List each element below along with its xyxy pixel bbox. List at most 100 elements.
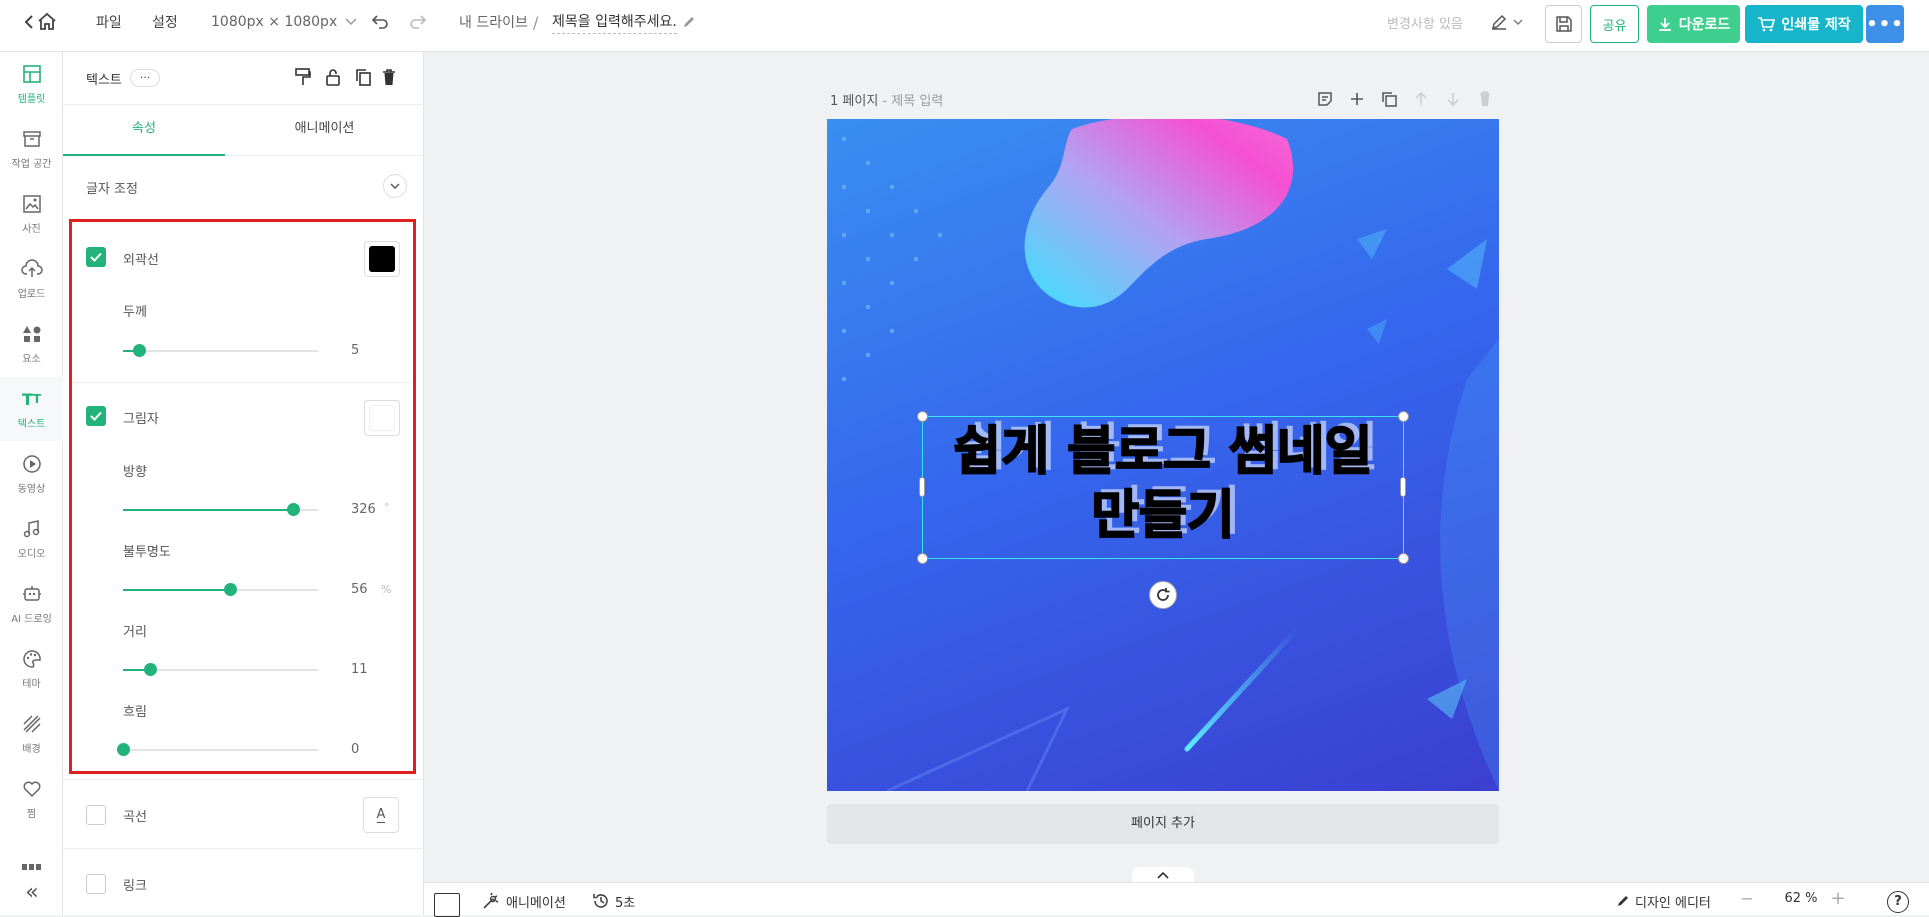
upload-icon — [20, 258, 43, 280]
draw-tool-dropdown[interactable] — [1485, 10, 1527, 34]
title-input[interactable]: 제목을 입력해주세요. — [552, 0, 696, 44]
sidebar-item-photo[interactable]: 사진 — [0, 182, 63, 246]
redo-icon — [410, 15, 427, 29]
slider-thumb[interactable] — [133, 344, 146, 357]
page-duplicate-button[interactable] — [1378, 88, 1400, 110]
outline-color-swatch[interactable] — [364, 241, 400, 277]
save-icon — [1555, 16, 1572, 32]
duplicate-button[interactable] — [353, 67, 373, 87]
sidebar-item-template[interactable]: 템플릿 — [0, 52, 63, 116]
panel-more-button[interactable]: ··· — [130, 69, 160, 87]
sidebar-item-favorites[interactable]: 찜 — [0, 767, 63, 831]
direction-slider[interactable] — [123, 503, 318, 516]
rotate-handle[interactable] — [1149, 581, 1177, 609]
print-order-button[interactable]: 인쇄물 제작 — [1745, 5, 1863, 43]
zoom-level[interactable]: 62 % — [1776, 891, 1826, 911]
page-delete-button[interactable] — [1474, 88, 1496, 110]
sidebar-item-audio[interactable]: 오디오 — [0, 507, 63, 571]
resize-handle-left[interactable] — [919, 477, 925, 497]
sidebar-item-background[interactable]: 배경 — [0, 702, 63, 766]
zoom-out-button[interactable]: − — [1737, 889, 1757, 909]
slider-thumb[interactable] — [117, 743, 130, 756]
animation-button[interactable]: 애니메이션 — [482, 891, 566, 911]
drive-breadcrumb[interactable]: 내 드라이브 — [459, 0, 528, 44]
letter-adjust-section[interactable]: 글자 조정 — [63, 156, 424, 216]
trash-icon — [383, 69, 395, 85]
undo-button[interactable] — [368, 10, 392, 34]
thickness-slider[interactable] — [123, 344, 318, 357]
curve-checkbox[interactable] — [86, 805, 106, 825]
opacity-slider[interactable] — [123, 583, 318, 596]
settings-menu[interactable]: 설정 — [152, 0, 178, 44]
sidebar-item-ai-drawing[interactable]: AI 드로잉 — [0, 572, 63, 636]
ai-drawing-icon — [21, 583, 43, 605]
resize-handle-top-left[interactable] — [917, 411, 928, 422]
sidebar-item-elements[interactable]: 요소 — [0, 312, 63, 376]
sidebar-item-upload[interactable]: 업로드 — [0, 247, 63, 311]
chevron-left-icon — [24, 15, 33, 29]
zoom-in-button[interactable]: + — [1828, 888, 1848, 909]
download-button[interactable]: 다운로드 — [1647, 5, 1740, 43]
direction-value: 326 — [351, 502, 376, 517]
headline-text[interactable]: 쉽게 블로그 썸네일 만들기 — [922, 416, 1404, 557]
theme-icon — [21, 648, 43, 670]
resize-handle-bottom-left[interactable] — [917, 553, 928, 564]
page-memo-button[interactable] — [1314, 88, 1336, 110]
link-checkbox[interactable] — [86, 874, 106, 894]
blur-label: 흐림 — [123, 705, 147, 720]
lock-button[interactable] — [323, 67, 343, 87]
curve-text-icon[interactable]: A — [363, 797, 399, 833]
share-button[interactable]: 공유 — [1590, 5, 1639, 43]
shadow-checkbox[interactable] — [86, 406, 106, 426]
more-menu-button[interactable]: ••• — [1866, 5, 1904, 43]
tab-properties[interactable]: 속성 — [63, 105, 225, 156]
slider-thumb[interactable] — [287, 503, 300, 516]
help-button[interactable]: ? — [1887, 891, 1909, 913]
workspace-icon — [21, 128, 43, 150]
page-down-button[interactable] — [1442, 88, 1464, 110]
timeline-toggle[interactable] — [1132, 867, 1194, 882]
page-up-button[interactable] — [1410, 88, 1432, 110]
shadow-color-swatch[interactable] — [364, 400, 400, 436]
page-title[interactable]: 제목 입력 — [891, 94, 943, 109]
divider — [63, 848, 424, 849]
sidebar-item-workspace[interactable]: 작업 공간 — [0, 117, 63, 181]
page-add-button[interactable] — [1346, 88, 1368, 110]
thickness-value: 5 — [351, 343, 360, 358]
tab-animation[interactable]: 애니메이션 — [225, 105, 424, 156]
chevron-down-icon — [345, 18, 357, 26]
slider-thumb[interactable] — [224, 583, 237, 596]
size-dropdown[interactable]: 1080px × 1080px — [211, 0, 357, 44]
elements-icon — [21, 323, 43, 345]
file-menu[interactable]: 파일 — [96, 0, 122, 44]
delete-button[interactable] — [379, 67, 399, 87]
redo-button[interactable] — [406, 10, 430, 34]
back-home-button[interactable] — [20, 10, 60, 34]
collapse-sidebar-button[interactable]: « — [18, 880, 46, 905]
trash-icon — [1480, 91, 1490, 106]
audio-icon — [21, 518, 43, 540]
chevron-down-icon[interactable] — [383, 174, 407, 198]
blur-slider[interactable] — [117, 743, 318, 756]
add-page-button[interactable]: 페이지 추가 — [827, 804, 1499, 844]
distance-slider[interactable] — [123, 663, 318, 676]
sidebar-item-theme[interactable]: 테마 — [0, 637, 63, 701]
chevron-up-icon — [1157, 871, 1169, 879]
copy-icon — [356, 69, 371, 86]
resize-handle-top-right[interactable] — [1398, 411, 1409, 422]
design-page[interactable]: 쉽게 블로그 썸네일 만들기 — [827, 119, 1499, 791]
resize-handle-bottom-right[interactable] — [1398, 553, 1409, 564]
slider-thumb[interactable] — [144, 663, 157, 676]
outline-checkbox[interactable] — [86, 247, 106, 267]
more-sidebar-icon[interactable] — [20, 862, 42, 870]
save-button[interactable] — [1545, 5, 1582, 43]
sidebar-item-video[interactable]: 동영상 — [0, 442, 63, 506]
copy-style-button[interactable] — [293, 67, 313, 87]
design-editor-button[interactable]: 디자인 에디터 — [1616, 891, 1711, 911]
pen-icon — [1491, 14, 1506, 30]
sidebar-item-text[interactable]: TT 텍스트 — [0, 377, 63, 441]
resize-handle-right[interactable] — [1400, 477, 1406, 497]
duration-button[interactable]: 5초 — [592, 891, 635, 911]
animation-label: 애니메이션 — [506, 895, 566, 911]
page-thumbnail[interactable] — [434, 893, 460, 917]
